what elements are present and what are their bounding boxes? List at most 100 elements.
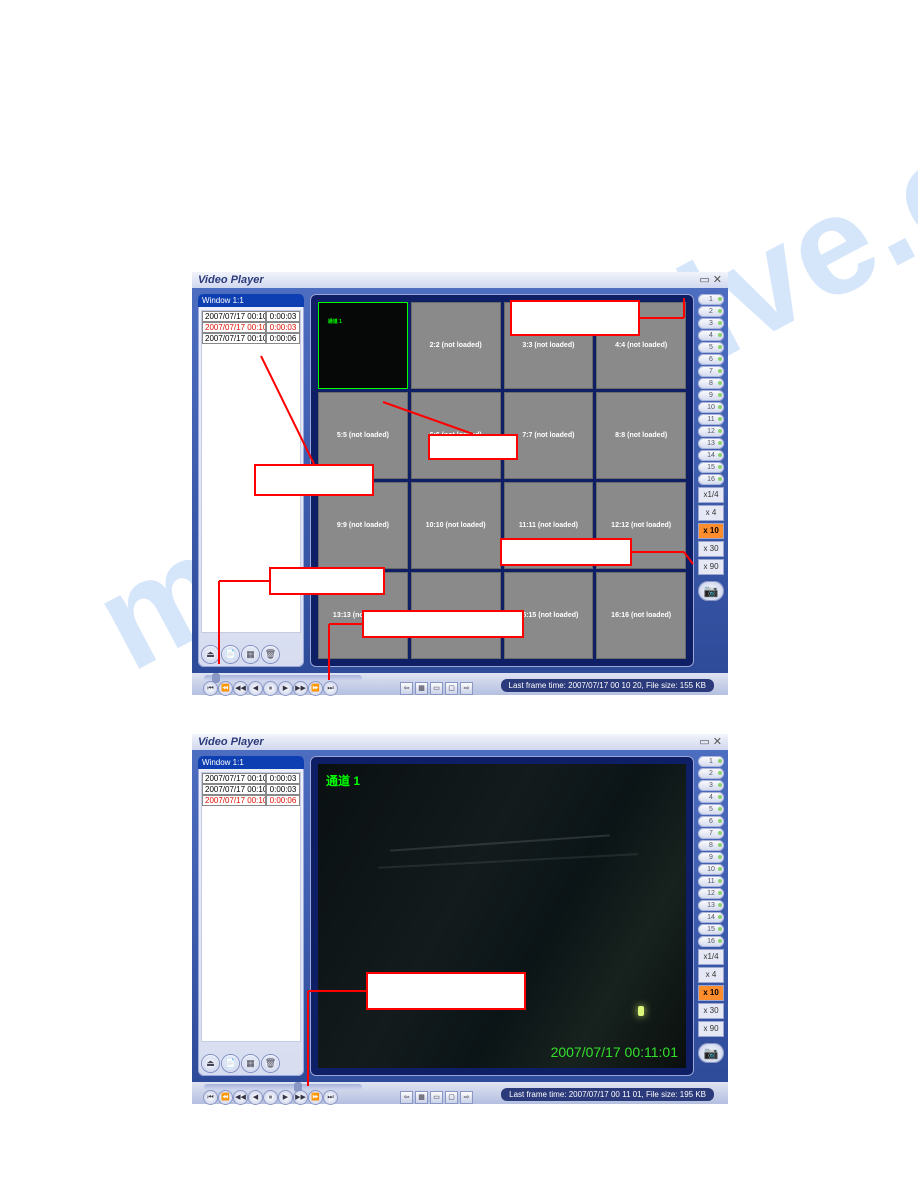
rewind-button[interactable]: ⏪ xyxy=(219,1091,232,1104)
single-layout-button[interactable]: ▢ xyxy=(445,682,458,695)
last-button[interactable]: ⏭ xyxy=(324,682,337,695)
speed-1-4[interactable]: x1/4 xyxy=(698,487,724,503)
channel-2[interactable]: 2 xyxy=(698,306,724,317)
eject-button[interactable]: ⏏ xyxy=(202,1055,219,1072)
grid-layout-button[interactable]: ▦ xyxy=(415,682,428,695)
back-button[interactable]: ◀ xyxy=(249,682,262,695)
rewind-button[interactable]: ⏪ xyxy=(219,682,232,695)
wide-layout-button[interactable]: ▭ xyxy=(430,1091,443,1104)
channel-label: 通道 1 xyxy=(326,772,360,789)
channel-16[interactable]: 16 xyxy=(698,936,724,947)
window-control-icons[interactable]: ▭ ✕ xyxy=(699,734,722,750)
file-row[interactable]: 2007/07/17 00:10:10 0:00:03 xyxy=(202,773,300,784)
channel-3[interactable]: 3 xyxy=(698,780,724,791)
tile-8[interactable]: 8:8 (not loaded) xyxy=(596,392,686,479)
next-layout-button[interactable]: ⇨ xyxy=(460,1091,473,1104)
seek-bar[interactable] xyxy=(204,675,362,681)
file-duration: 0:00:03 xyxy=(266,311,300,322)
channel-4[interactable]: 4 xyxy=(698,330,724,341)
speed-90[interactable]: x 90 xyxy=(698,559,724,575)
first-button[interactable]: ⏮ xyxy=(204,682,217,695)
speed-30[interactable]: x 30 xyxy=(698,541,724,557)
back-button[interactable]: ◀ xyxy=(249,1091,262,1104)
grid-button[interactable]: ▦ xyxy=(242,1055,259,1072)
channel-9[interactable]: 9 xyxy=(698,852,724,863)
prev-layout-button[interactable]: ⇦ xyxy=(400,1091,413,1104)
channel-5[interactable]: 5 xyxy=(698,804,724,815)
channel-13[interactable]: 13 xyxy=(698,900,724,911)
prev-layout-button[interactable]: ⇦ xyxy=(400,682,413,695)
channel-7[interactable]: 7 xyxy=(698,366,724,377)
file-row[interactable]: 2007/07/17 00:10:10 0:00:03 xyxy=(202,311,300,322)
eject-button[interactable]: ⏏ xyxy=(202,646,219,663)
channel-6[interactable]: 6 xyxy=(698,816,724,827)
play-button[interactable]: ▶ xyxy=(279,682,292,695)
channel-14[interactable]: 14 xyxy=(698,450,724,461)
speed-10[interactable]: x 10 xyxy=(698,985,724,1001)
channel-8[interactable]: 8 xyxy=(698,378,724,389)
back-fast-button[interactable]: ◀◀ xyxy=(234,1091,247,1104)
speed-4[interactable]: x 4 xyxy=(698,967,724,983)
fwd-button[interactable]: ▶▶ xyxy=(294,1091,307,1104)
speed-30[interactable]: x 30 xyxy=(698,1003,724,1019)
back-fast-button[interactable]: ◀◀ xyxy=(234,682,247,695)
channel-16[interactable]: 16 xyxy=(698,474,724,485)
layout-buttons: ⇦ ▦ ▭ ▢ ⇨ xyxy=(400,682,473,695)
last-button[interactable]: ⏭ xyxy=(324,1091,337,1104)
single-layout-button[interactable]: ▢ xyxy=(445,1091,458,1104)
file-row[interactable]: 2007/07/17 00:10:17 0:00:03 xyxy=(202,784,300,795)
channel-6[interactable]: 6 xyxy=(698,354,724,365)
channel-15[interactable]: 15 xyxy=(698,924,724,935)
file-row[interactable]: 2007/07/17 00:10:54 0:00:06 xyxy=(202,333,300,344)
window-control-icons[interactable]: ▭ ✕ xyxy=(699,272,722,288)
channel-3[interactable]: 3 xyxy=(698,318,724,329)
video-frame[interactable]: 通道 1 2007/07/17 00:11:01 xyxy=(318,764,686,1068)
fwd-button[interactable]: ▶▶ xyxy=(294,682,307,695)
open-button[interactable]: 📄 xyxy=(222,646,239,663)
next-layout-button[interactable]: ⇨ xyxy=(460,682,473,695)
play-button[interactable]: ▶ xyxy=(279,1091,292,1104)
grid-layout-button[interactable]: ▦ xyxy=(415,1091,428,1104)
channel-11[interactable]: 11 xyxy=(698,876,724,887)
ffwd-button[interactable]: ⏩ xyxy=(309,682,322,695)
channel-14[interactable]: 14 xyxy=(698,912,724,923)
delete-button[interactable]: 🗑 xyxy=(262,646,279,663)
channel-10[interactable]: 10 xyxy=(698,402,724,413)
delete-button[interactable]: 🗑 xyxy=(262,1055,279,1072)
snapshot-button[interactable]: 📷 xyxy=(698,581,724,601)
tile-2[interactable]: 2:2 (not loaded) xyxy=(411,302,501,389)
control-bar: ⏮ ⏪ ◀◀ ◀ ⏸ ▶ ▶▶ ⏩ ⏭ ⇦ ▦ ▭ ▢ ⇨ Last xyxy=(198,1082,722,1104)
wide-layout-button[interactable]: ▭ xyxy=(430,682,443,695)
tile-10[interactable]: 10:10 (not loaded) xyxy=(411,482,501,569)
first-button[interactable]: ⏮ xyxy=(204,1091,217,1104)
channel-11[interactable]: 11 xyxy=(698,414,724,425)
tile-1[interactable]: 通道 1 xyxy=(318,302,408,389)
channel-13[interactable]: 13 xyxy=(698,438,724,449)
channel-1[interactable]: 1 xyxy=(698,756,724,767)
channel-2[interactable]: 2 xyxy=(698,768,724,779)
grid-button[interactable]: ▦ xyxy=(242,646,259,663)
tile-16[interactable]: 16:16 (not loaded) xyxy=(596,572,686,659)
speed-1-4[interactable]: x1/4 xyxy=(698,949,724,965)
channel-5[interactable]: 5 xyxy=(698,342,724,353)
channel-8[interactable]: 8 xyxy=(698,840,724,851)
speed-10[interactable]: x 10 xyxy=(698,523,724,539)
speed-4[interactable]: x 4 xyxy=(698,505,724,521)
pause-button[interactable]: ⏸ xyxy=(264,682,277,695)
channel-9[interactable]: 9 xyxy=(698,390,724,401)
file-row[interactable]: 2007/07/17 00:10:54 0:00:06 xyxy=(202,795,300,806)
ffwd-button[interactable]: ⏩ xyxy=(309,1091,322,1104)
file-row[interactable]: 2007/07/17 00:10:17 0:00:03 xyxy=(202,322,300,333)
snapshot-button[interactable]: 📷 xyxy=(698,1043,724,1063)
channel-1[interactable]: 1 xyxy=(698,294,724,305)
channel-7[interactable]: 7 xyxy=(698,828,724,839)
channel-4[interactable]: 4 xyxy=(698,792,724,803)
channel-15[interactable]: 15 xyxy=(698,462,724,473)
pause-button[interactable]: ⏸ xyxy=(264,1091,277,1104)
channel-10[interactable]: 10 xyxy=(698,864,724,875)
channel-12[interactable]: 12 xyxy=(698,426,724,437)
channel-12[interactable]: 12 xyxy=(698,888,724,899)
open-button[interactable]: 📄 xyxy=(222,1055,239,1072)
speed-90[interactable]: x 90 xyxy=(698,1021,724,1037)
seek-bar[interactable] xyxy=(204,1084,362,1090)
